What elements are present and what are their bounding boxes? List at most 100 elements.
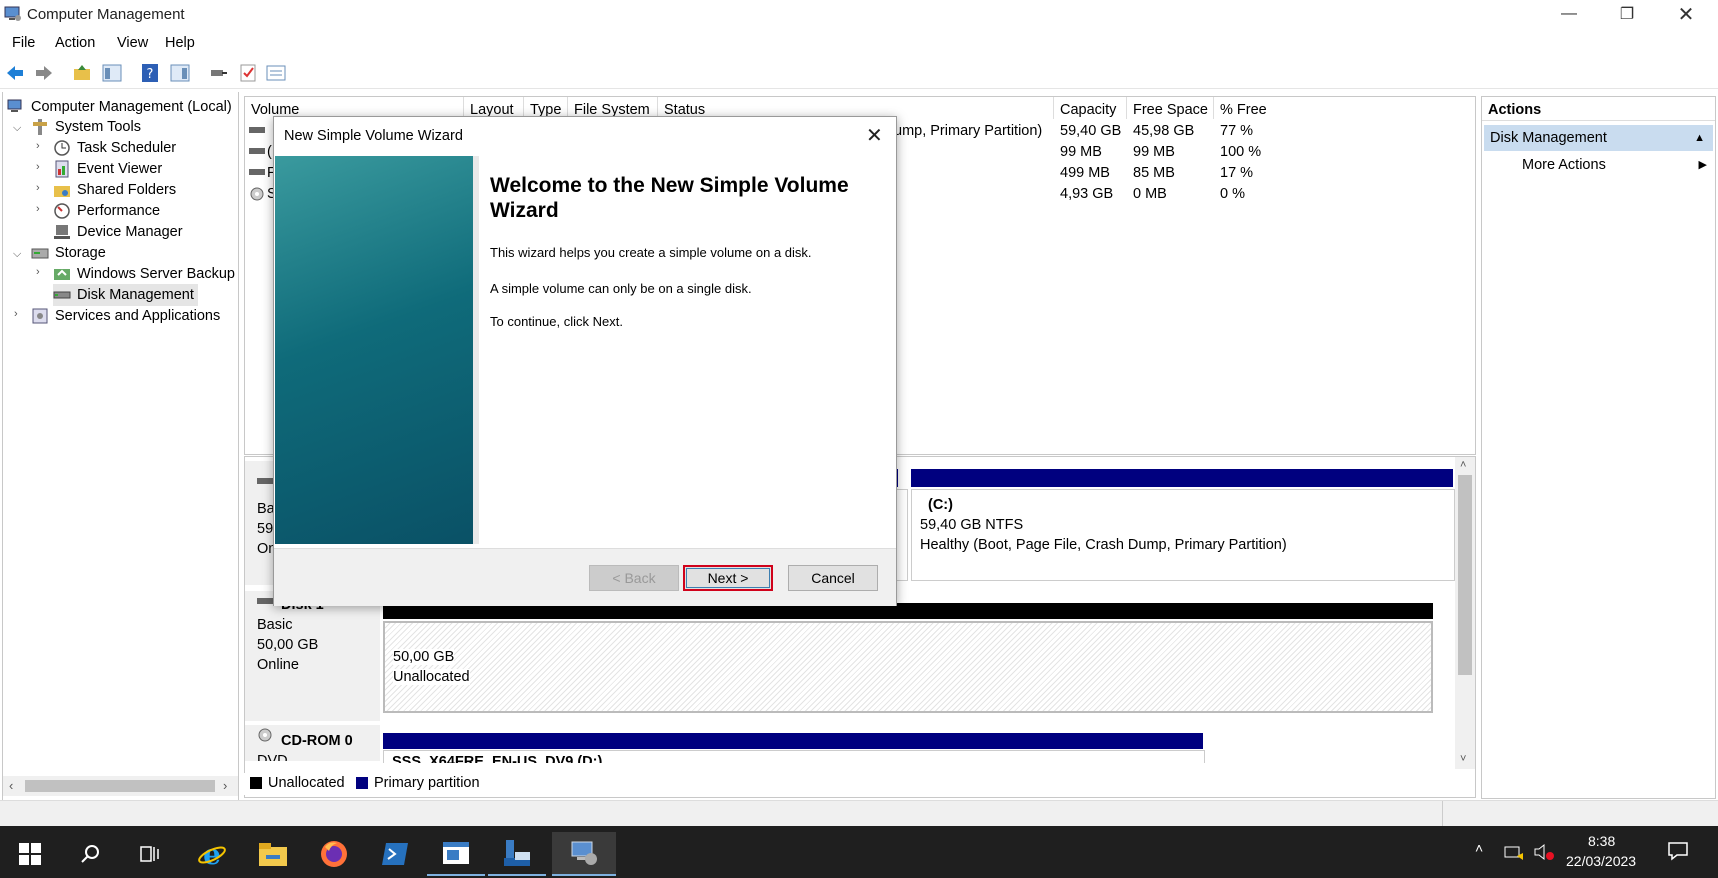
task-view-button[interactable] (121, 832, 179, 876)
column-header-free-space[interactable]: Free Space (1127, 97, 1214, 119)
chevron-down-icon[interactable]: ⌵ (13, 122, 21, 135)
clock-time[interactable]: 8:38 (1588, 833, 1615, 849)
dialog-close-button[interactable]: ✕ (866, 123, 883, 148)
tree-item-task-scheduler[interactable]: Task Scheduler (53, 137, 176, 159)
legend-swatch-unallocated (250, 777, 262, 789)
tree-horizontal-scrollbar[interactable]: ‹ › (3, 776, 238, 796)
partition-c[interactable]: (C:) 59,40 GB NTFS Healthy (Boot, Page F… (911, 489, 1455, 581)
menu-help[interactable]: Help (165, 35, 195, 51)
partition-name: (C:) (928, 497, 953, 513)
tree-item-disk-management[interactable]: Disk Management (53, 284, 198, 306)
scrollbar-thumb[interactable] (1458, 475, 1472, 675)
actions-section-disk-management[interactable]: Disk Management ▲ (1484, 125, 1713, 151)
tree-item-windows-server-backup[interactable]: Windows Server Backup (53, 263, 235, 285)
partition-unallocated[interactable]: 50,00 GB Unallocated (383, 621, 1433, 713)
close-window-button[interactable]: ✕ (1663, 0, 1709, 28)
menu-action[interactable]: Action (55, 35, 95, 51)
forward-arrow-icon[interactable] (34, 63, 54, 83)
taskbar-app-window[interactable] (427, 832, 485, 876)
chevron-right-icon[interactable]: › (36, 182, 40, 194)
tree-item-device-manager[interactable]: Device Manager (53, 221, 183, 243)
tree-item-system-tools[interactable]: System Tools (31, 116, 141, 138)
tree-label: Task Scheduler (77, 140, 177, 156)
partition-label: Unallocated (393, 669, 470, 685)
check-list-icon[interactable] (238, 63, 258, 83)
taskbar: e ˄ 8:38 22/03/2023 (0, 826, 1718, 878)
task-view-icon (140, 846, 159, 862)
help-icon[interactable]: ? (140, 63, 160, 83)
disk-icon (257, 598, 273, 604)
taskbar-server-manager[interactable] (488, 832, 546, 876)
more-actions-item[interactable]: More Actions ▶ (1484, 153, 1713, 177)
column-header-percent-free[interactable]: % Free (1214, 97, 1474, 119)
chevron-down-icon[interactable]: ⌵ (13, 248, 21, 261)
chevron-right-icon[interactable]: › (36, 140, 40, 152)
start-button[interactable] (1, 832, 59, 876)
scroll-up-icon[interactable]: ˄ (1460, 459, 1466, 471)
tray-overflow-icon[interactable]: ˄ (1475, 840, 1483, 856)
taskbar-internet-explorer[interactable]: e (183, 832, 241, 876)
tools-icon (33, 119, 47, 135)
minimize-button[interactable]: — (1546, 0, 1592, 28)
volume-muted-icon[interactable] (1533, 843, 1555, 861)
window-title: Computer Management (27, 6, 185, 23)
menu-file[interactable]: File (12, 35, 35, 51)
restore-button[interactable]: ❐ (1604, 0, 1650, 28)
collapse-up-icon[interactable]: ▲ (1694, 125, 1705, 151)
chevron-right-icon[interactable]: › (14, 308, 18, 320)
chevron-right-icon[interactable]: › (36, 266, 40, 278)
connect-icon[interactable] (208, 63, 228, 83)
tree-label: Services and Applications (55, 308, 221, 324)
legend-label-primary: Primary partition (374, 775, 480, 791)
svg-text:?: ? (147, 67, 154, 82)
scroll-left-icon[interactable]: ‹ (9, 778, 13, 793)
properties-icon[interactable] (266, 63, 286, 83)
volume-icon (249, 148, 265, 154)
tree-item-storage[interactable]: Storage (31, 242, 106, 264)
tree-label: Disk Management (77, 287, 194, 303)
tree-item-computer-management[interactable]: Computer Management (Local) (7, 96, 232, 118)
show-hide-tree-icon[interactable] (102, 63, 122, 83)
chevron-right-icon[interactable]: › (36, 203, 40, 215)
volume-percent-free: 77 % (1220, 123, 1254, 139)
cancel-button[interactable]: Cancel (788, 565, 878, 591)
volume-capacity: 499 MB (1060, 165, 1110, 181)
cdrom-bar (383, 733, 1203, 749)
volume-percent-free: 0 % (1220, 186, 1245, 202)
taskbar-firefox[interactable] (305, 832, 363, 876)
network-icon[interactable] (1503, 843, 1525, 861)
cdrom-info[interactable]: CD-ROM 0 DVD (245, 725, 380, 761)
scroll-right-icon[interactable]: › (223, 778, 227, 793)
back-arrow-icon[interactable] (5, 63, 25, 83)
tree-item-shared-folders[interactable]: Shared Folders (53, 179, 176, 201)
next-button[interactable]: Next > (683, 565, 773, 591)
clock-date[interactable]: 22/03/2023 (1566, 853, 1636, 869)
tree-item-performance[interactable]: Performance (53, 200, 160, 222)
up-folder-icon[interactable] (72, 63, 92, 83)
cdrom-media[interactable]: SSS_X64FRE_EN-US_DV9 (D:) (383, 750, 1205, 763)
back-button[interactable]: < Back (589, 565, 679, 591)
search-button[interactable] (61, 832, 119, 876)
taskbar-computer-management[interactable] (552, 832, 616, 876)
menu-view[interactable]: View (117, 35, 148, 51)
wizard-text-line2: A simple volume can only be on a single … (490, 281, 752, 296)
chevron-right-icon[interactable]: › (36, 161, 40, 173)
tree-label: Windows Server Backup (77, 266, 235, 282)
taskbar-powershell[interactable] (366, 832, 424, 876)
diskmap-vertical-scrollbar[interactable]: ˄ ˅ (1455, 457, 1475, 769)
taskbar-file-explorer[interactable] (244, 832, 302, 876)
scrollbar-thumb[interactable] (25, 780, 215, 792)
scroll-down-icon[interactable]: ˅ (1460, 753, 1466, 765)
menu-bar: File Action View Help (0, 32, 1718, 56)
tree-item-event-viewer[interactable]: Event Viewer (53, 158, 162, 180)
show-hide-action-pane-icon[interactable] (170, 63, 190, 83)
volume-capacity: 99 MB (1060, 144, 1102, 160)
volume-free-space: 0 MB (1133, 186, 1167, 202)
cdrom-name: CD-ROM 0 (281, 733, 353, 749)
clock-icon (54, 140, 70, 156)
column-header-capacity[interactable]: Capacity (1054, 97, 1127, 119)
tree-item-services-applications[interactable]: Services and Applications (31, 305, 220, 327)
notifications-icon[interactable] (1667, 840, 1689, 862)
partition-size: 59,40 GB NTFS (920, 517, 1024, 533)
disk-1-info[interactable]: Disk 1 Basic 50,00 GB Online (245, 591, 380, 721)
